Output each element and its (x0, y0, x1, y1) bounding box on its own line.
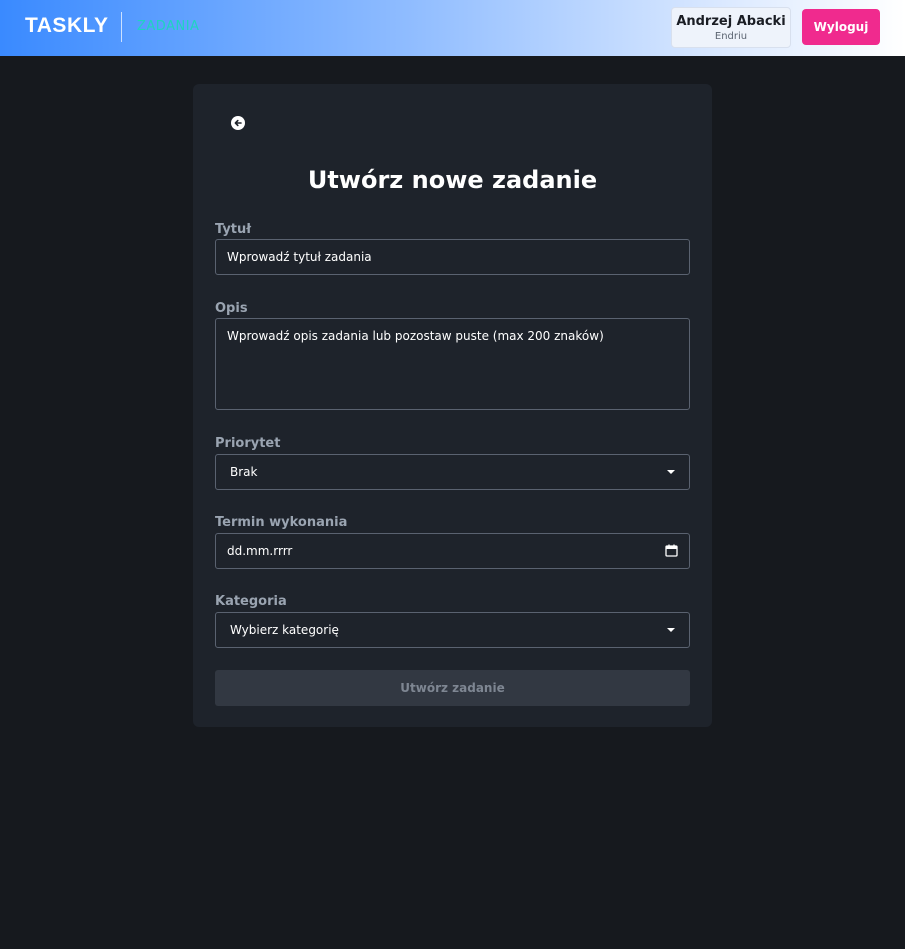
back-arrow-icon[interactable] (231, 116, 245, 130)
description-placeholder: Wprowadź opis zadania lub pozostaw puste… (227, 329, 604, 343)
due-date-input[interactable]: dd.mm.rrrr (215, 533, 690, 569)
description-textarea[interactable]: Wprowadź opis zadania lub pozostaw puste… (215, 318, 690, 410)
user-name: Andrzej Abacki (676, 14, 786, 29)
page-title: Utwórz nowe zadanie (307, 166, 598, 194)
due-date-placeholder: dd.mm.rrrr (227, 544, 293, 558)
title-label: Tytuł (215, 222, 252, 237)
app-logo[interactable]: TASKLY (25, 14, 109, 38)
due-date-label: Termin wykonania (215, 515, 348, 530)
back-arrow-glyph (234, 119, 242, 127)
user-nickname: Endriu (714, 31, 748, 42)
header-divider (121, 12, 122, 42)
logout-button[interactable]: Wyloguj (802, 9, 880, 45)
title-input-placeholder: Wprowadź tytuł zadania (227, 250, 372, 264)
description-label: Opis (215, 301, 248, 316)
chevron-down-icon (667, 470, 675, 474)
create-task-card: Utwórz nowe zadanie Tytuł Wprowadź tytuł… (193, 84, 712, 727)
priority-label: Priorytet (215, 436, 281, 451)
title-input[interactable]: Wprowadź tytuł zadania (215, 239, 690, 275)
category-selected-value: Wybierz kategorię (230, 623, 339, 637)
priority-selected-value: Brak (230, 465, 258, 479)
top-bar: TASKLY ZADANIA Andrzej Abacki Endriu Wyl… (0, 0, 905, 56)
chevron-down-icon (667, 628, 675, 632)
category-select[interactable]: Wybierz kategorię (215, 612, 690, 648)
user-profile[interactable]: Andrzej Abacki Endriu (671, 7, 791, 48)
create-task-button[interactable]: Utwórz zadanie (215, 670, 690, 706)
nav-link-tasks[interactable]: ZADANIA (137, 19, 199, 34)
calendar-icon[interactable] (665, 544, 678, 557)
category-label: Kategoria (215, 594, 287, 609)
priority-select[interactable]: Brak (215, 454, 690, 490)
